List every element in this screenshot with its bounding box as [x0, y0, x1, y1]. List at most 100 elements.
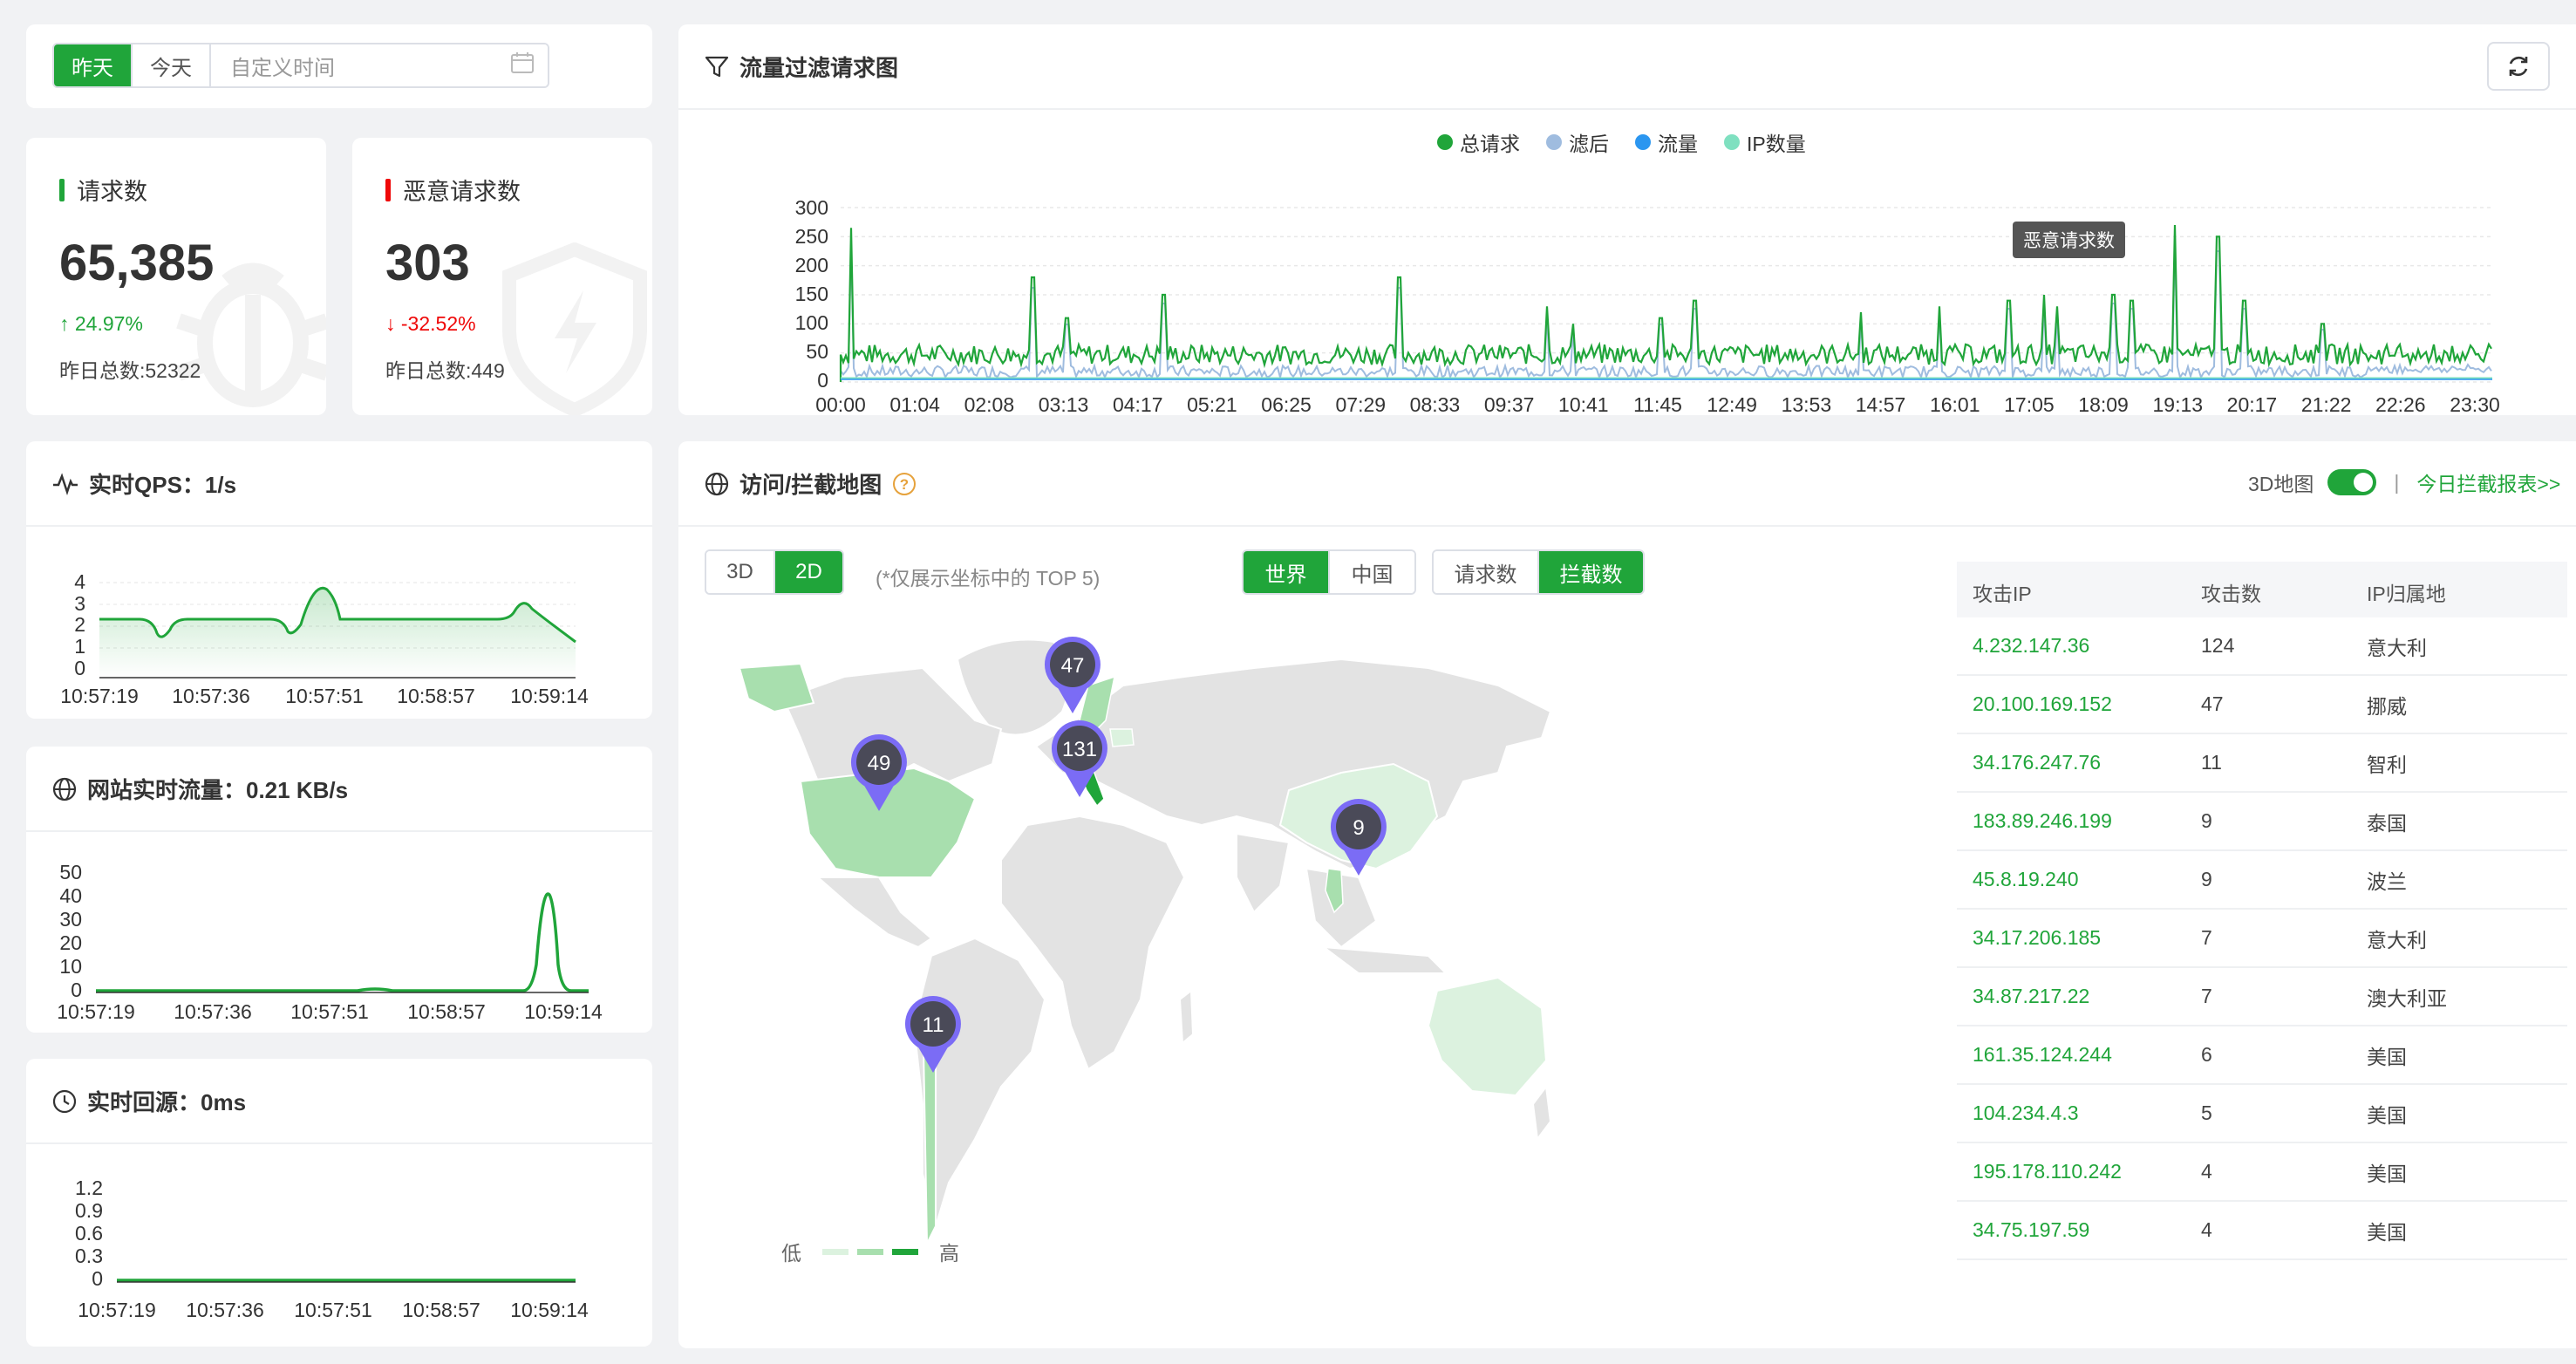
globe-icon — [705, 472, 729, 495]
metric-blocks-button[interactable]: 拦截数 — [1537, 551, 1643, 593]
attack-location: 意大利 — [2367, 636, 2427, 659]
table-row[interactable]: 161.35.124.244 6 美国 — [1957, 1026, 2567, 1085]
refresh-button[interactable] — [2487, 42, 2550, 91]
qps-x-tick: 10:57:19 — [60, 685, 139, 707]
map-poland[interactable] — [1109, 728, 1135, 747]
attack-ip[interactable]: 104.234.4.3 — [1973, 1101, 2079, 1125]
malicious-yesterday: 昨日总数:449 — [385, 359, 505, 382]
traffic-x-tick: 10:58:57 — [407, 1000, 486, 1023]
legend-ip[interactable]: IP数量 — [1724, 127, 1806, 157]
legend-filtered[interactable]: 滤后 — [1546, 127, 1609, 157]
attack-ip[interactable]: 20.100.169.152 — [1973, 692, 2112, 716]
malicious-stat-card: 恶意请求数 303 ↓ -32.52% 昨日总数:449 — [352, 138, 652, 415]
today-button[interactable]: 今天 — [131, 44, 209, 86]
table-row[interactable]: 20.100.169.152 47 挪威 — [1957, 676, 2567, 734]
map-mexico[interactable] — [815, 876, 933, 949]
world-map[interactable]: 47 131 49 9 11 — [713, 616, 1707, 1279]
map-alaska[interactable] — [738, 662, 815, 713]
attack-ip[interactable]: 161.35.124.244 — [1973, 1043, 2112, 1067]
attack-count: 7 — [2201, 926, 2212, 949]
map-card: 访问/拦截地图 ? 3D地图 | 今日拦截报表>> 3D 2D (*仅展示坐标中… — [678, 441, 2576, 1348]
scope-world-button[interactable]: 世界 — [1244, 551, 1328, 593]
header-count: 攻击数 — [2201, 583, 2261, 605]
flow-y-tick: 100 — [795, 311, 828, 334]
attack-location: 美国 — [2367, 1220, 2407, 1244]
origin-card: 实时回源：0ms 1.2 0.9 0.6 0.3 0 10:57:19 10:5… — [26, 1059, 652, 1347]
date-filter-group: 昨天 今天 自定义时间 — [52, 43, 549, 88]
table-row[interactable]: 104.234.4.3 5 美国 — [1957, 1085, 2567, 1143]
table-row[interactable]: 34.87.217.22 7 澳大利亚 — [1957, 968, 2567, 1026]
map-pin-label: 47 — [1061, 654, 1085, 678]
table-row[interactable]: 4.232.147.36 124 意大利 — [1957, 617, 2567, 676]
flow-x-tick: 12:49 — [1707, 393, 1757, 415]
attack-ip[interactable]: 34.176.247.76 — [1973, 751, 2101, 774]
map-indonesia[interactable] — [1320, 945, 1448, 974]
table-row[interactable]: 34.75.197.59 4 美国 — [1957, 1202, 2567, 1260]
attack-location: 美国 — [2367, 1045, 2407, 1068]
legend-label: IP数量 — [1747, 133, 1806, 155]
map-legend-swatch — [892, 1248, 918, 1255]
map-madagascar[interactable] — [1178, 989, 1195, 1046]
qps-chart: 4 3 2 1 0 10:57:19 10:57:36 10:57:51 10:… — [60, 570, 589, 707]
attack-ip[interactable]: 183.89.246.199 — [1973, 809, 2112, 833]
qps-x-tick: 10:57:36 — [172, 685, 250, 707]
origin-x-tick: 10:57:51 — [294, 1299, 372, 1321]
attack-location: 挪威 — [2367, 694, 2407, 718]
qps-card: 实时QPS：1/s 4 3 2 1 0 10:57:19 10:57:36 10… — [26, 441, 652, 719]
flow-x-tick: 11:45 — [1633, 393, 1682, 415]
legend-total[interactable]: 总请求 — [1437, 127, 1520, 157]
requests-change: ↑ 24.97% — [59, 312, 143, 335]
legend-dot — [1546, 134, 1562, 150]
custom-date-placeholder: 自定义时间 — [230, 56, 335, 80]
qps-y-tick: 4 — [74, 570, 85, 593]
flow-chart-title: 流量过滤请求图 — [739, 55, 899, 81]
qps-x-tick: 10:57:51 — [285, 685, 364, 707]
attack-ip[interactable]: 34.17.206.185 — [1973, 926, 2101, 950]
attack-ip[interactable]: 34.87.217.22 — [1973, 985, 2089, 1008]
yesterday-button[interactable]: 昨天 — [54, 44, 131, 86]
legend-dot — [1635, 134, 1651, 150]
attack-count: 47 — [2201, 692, 2224, 715]
attack-table: 攻击IP 攻击数 IP归属地 4.232.147.36 124 意大利 20.100.… — [1957, 562, 2567, 1312]
traffic-chart: 50 40 30 20 10 0 10:57:19 10:57:36 10:57… — [57, 861, 603, 1023]
scope-china-button[interactable]: 中国 — [1328, 551, 1414, 593]
custom-date-input[interactable]: 自定义时间 — [209, 44, 548, 86]
metric-requests-button[interactable]: 请求数 — [1434, 551, 1537, 593]
traffic-y-tick: 20 — [59, 931, 82, 954]
map-australia[interactable] — [1427, 976, 1548, 1097]
attack-ip[interactable]: 195.178.110.242 — [1973, 1160, 2122, 1183]
map-pin-label: 131 — [1062, 738, 1097, 761]
traffic-y-tick: 10 — [59, 955, 82, 978]
attack-ip[interactable]: 34.75.197.59 — [1973, 1218, 2089, 1242]
view-2d-button[interactable]: 2D — [773, 551, 842, 593]
traffic-title: 网站实时流量：0.21 KB/s — [87, 777, 349, 803]
pulse-icon — [53, 472, 78, 495]
map-nz[interactable] — [1531, 1084, 1552, 1142]
today-report-link[interactable]: 今日拦截报表>> — [2416, 467, 2560, 497]
legend-label: 滤后 — [1569, 133, 1609, 155]
flow-x-tick: 17:05 — [2004, 393, 2055, 415]
svg-text:?: ? — [900, 476, 909, 493]
flow-y-tick: 200 — [795, 254, 828, 276]
qps-title: 实时QPS：1/s — [89, 472, 237, 498]
view-3d-button[interactable]: 3D — [706, 551, 773, 593]
table-row[interactable]: 34.17.206.185 7 意大利 — [1957, 910, 2567, 968]
legend-traffic[interactable]: 流量 — [1635, 127, 1698, 157]
table-row[interactable]: 195.178.110.242 4 美国 — [1957, 1143, 2567, 1202]
3d-map-toggle[interactable] — [2327, 469, 2377, 495]
map-legend-swatch — [857, 1248, 883, 1255]
clock-icon — [52, 1089, 77, 1113]
table-row[interactable]: 34.176.247.76 11 智利 — [1957, 734, 2567, 793]
origin-x-tick: 10:58:57 — [402, 1299, 480, 1321]
attack-count: 9 — [2201, 809, 2212, 832]
table-row[interactable]: 183.89.246.199 9 泰国 — [1957, 793, 2567, 851]
legend-label: 总请求 — [1460, 133, 1520, 155]
map-india[interactable] — [1236, 832, 1291, 914]
attack-ip[interactable]: 4.232.147.36 — [1973, 634, 2089, 658]
attack-ip[interactable]: 45.8.19.240 — [1973, 868, 2079, 891]
table-row[interactable]: 45.8.19.240 9 波兰 — [1957, 851, 2567, 910]
flow-x-tick: 00:00 — [815, 393, 866, 415]
origin-x-tick: 10:57:36 — [186, 1299, 264, 1321]
help-icon[interactable]: ? — [892, 472, 917, 496]
traffic-x-tick: 10:57:51 — [290, 1000, 369, 1023]
